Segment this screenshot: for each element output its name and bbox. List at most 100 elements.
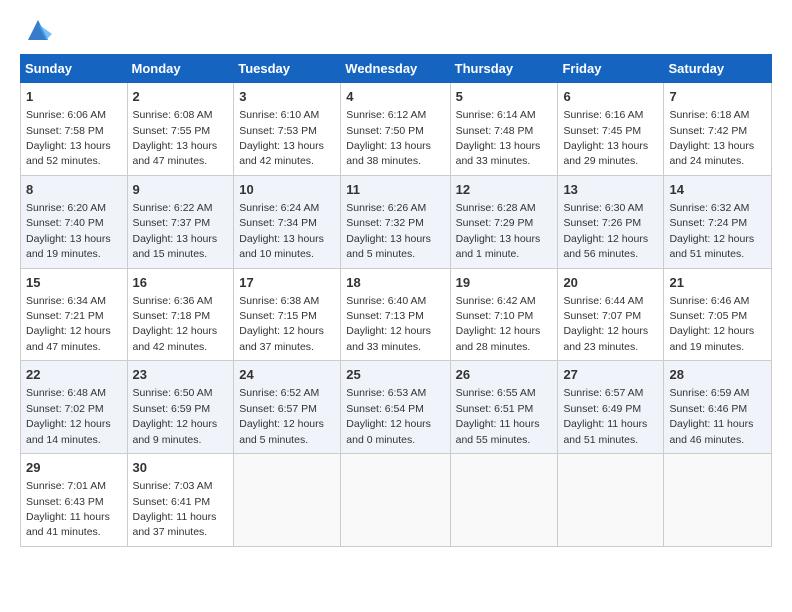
day-info: Sunrise: 6:48 AMSunset: 7:02 PMDaylight:…	[26, 387, 111, 445]
calendar-cell: 26 Sunrise: 6:55 AMSunset: 6:51 PMDayligh…	[450, 361, 558, 454]
day-number: 29	[26, 459, 122, 477]
day-number: 17	[239, 274, 335, 292]
calendar-cell: 8 Sunrise: 6:20 AMSunset: 7:40 PMDaylight…	[21, 175, 128, 268]
calendar-cell: 30 Sunrise: 7:03 AMSunset: 6:41 PMDayligh…	[127, 454, 234, 547]
weekday-header-row: SundayMondayTuesdayWednesdayThursdayFrid…	[21, 55, 772, 83]
day-info: Sunrise: 6:42 AMSunset: 7:10 PMDaylight:…	[456, 295, 541, 353]
day-number: 21	[669, 274, 766, 292]
day-number: 22	[26, 366, 122, 384]
day-info: Sunrise: 6:14 AMSunset: 7:48 PMDaylight:…	[456, 109, 541, 167]
calendar-cell: 5 Sunrise: 6:14 AMSunset: 7:48 PMDaylight…	[450, 83, 558, 176]
calendar-cell: 11 Sunrise: 6:26 AMSunset: 7:32 PMDayligh…	[341, 175, 450, 268]
logo-icon	[24, 16, 52, 44]
calendar-cell: 28 Sunrise: 6:59 AMSunset: 6:46 PMDayligh…	[664, 361, 772, 454]
calendar-cell: 2 Sunrise: 6:08 AMSunset: 7:55 PMDaylight…	[127, 83, 234, 176]
header	[20, 16, 772, 44]
day-number: 20	[563, 274, 658, 292]
weekday-header-thursday: Thursday	[450, 55, 558, 83]
day-info: Sunrise: 7:01 AMSunset: 6:43 PMDaylight:…	[26, 480, 110, 538]
page: SundayMondayTuesdayWednesdayThursdayFrid…	[0, 0, 792, 563]
logo	[20, 16, 52, 44]
calendar-cell: 12 Sunrise: 6:28 AMSunset: 7:29 PMDayligh…	[450, 175, 558, 268]
day-number: 23	[133, 366, 229, 384]
calendar-cell: 3Sunrise: 6:10 AMSunset: 7:53 PMDaylight…	[234, 83, 341, 176]
calendar-cell: 15 Sunrise: 6:34 AMSunset: 7:21 PMDayligh…	[21, 268, 128, 361]
calendar-week-row: 8 Sunrise: 6:20 AMSunset: 7:40 PMDaylight…	[21, 175, 772, 268]
calendar-cell: 14Sunrise: 6:32 AMSunset: 7:24 PMDayligh…	[664, 175, 772, 268]
day-info: Sunrise: 6:46 AMSunset: 7:05 PMDaylight:…	[669, 295, 754, 353]
calendar-cell: 19Sunrise: 6:42 AMSunset: 7:10 PMDayligh…	[450, 268, 558, 361]
calendar-cell	[341, 454, 450, 547]
day-number: 7	[669, 88, 766, 106]
day-info: Sunrise: 6:40 AMSunset: 7:13 PMDaylight:…	[346, 295, 431, 353]
weekday-header-monday: Monday	[127, 55, 234, 83]
calendar-cell	[558, 454, 664, 547]
calendar-cell: 22 Sunrise: 6:48 AMSunset: 7:02 PMDayligh…	[21, 361, 128, 454]
calendar-cell	[664, 454, 772, 547]
day-number: 26	[456, 366, 553, 384]
day-info: Sunrise: 6:12 AMSunset: 7:50 PMDaylight:…	[346, 109, 431, 167]
day-info: Sunrise: 6:08 AMSunset: 7:55 PMDaylight:…	[133, 109, 218, 167]
calendar-cell: 25 Sunrise: 6:53 AMSunset: 6:54 PMDayligh…	[341, 361, 450, 454]
day-info: Sunrise: 6:26 AMSunset: 7:32 PMDaylight:…	[346, 202, 431, 260]
calendar-cell: 10Sunrise: 6:24 AMSunset: 7:34 PMDayligh…	[234, 175, 341, 268]
calendar-cell: 20 Sunrise: 6:44 AMSunset: 7:07 PMDayligh…	[558, 268, 664, 361]
day-info: Sunrise: 6:22 AMSunset: 7:37 PMDaylight:…	[133, 202, 218, 260]
day-info: Sunrise: 6:28 AMSunset: 7:29 PMDaylight:…	[456, 202, 541, 260]
day-info: Sunrise: 6:53 AMSunset: 6:54 PMDaylight:…	[346, 387, 431, 445]
calendar-week-row: 22 Sunrise: 6:48 AMSunset: 7:02 PMDayligh…	[21, 361, 772, 454]
weekday-header-saturday: Saturday	[664, 55, 772, 83]
weekday-header-wednesday: Wednesday	[341, 55, 450, 83]
day-info: Sunrise: 6:36 AMSunset: 7:18 PMDaylight:…	[133, 295, 218, 353]
weekday-header-friday: Friday	[558, 55, 664, 83]
day-info: Sunrise: 6:30 AMSunset: 7:26 PMDaylight:…	[563, 202, 648, 260]
calendar-cell	[450, 454, 558, 547]
day-info: Sunrise: 6:59 AMSunset: 6:46 PMDaylight:…	[669, 387, 753, 445]
day-number: 10	[239, 181, 335, 199]
day-number: 5	[456, 88, 553, 106]
calendar-cell: 24 Sunrise: 6:52 AMSunset: 6:57 PMDayligh…	[234, 361, 341, 454]
day-number: 28	[669, 366, 766, 384]
calendar-cell: 23 Sunrise: 6:50 AMSunset: 6:59 PMDayligh…	[127, 361, 234, 454]
day-info: Sunrise: 6:20 AMSunset: 7:40 PMDaylight:…	[26, 202, 111, 260]
day-info: Sunrise: 6:55 AMSunset: 6:51 PMDaylight:…	[456, 387, 540, 445]
weekday-header-sunday: Sunday	[21, 55, 128, 83]
day-number: 30	[133, 459, 229, 477]
calendar-week-row: 15 Sunrise: 6:34 AMSunset: 7:21 PMDayligh…	[21, 268, 772, 361]
day-info: Sunrise: 6:18 AMSunset: 7:42 PMDaylight:…	[669, 109, 754, 167]
calendar-week-row: 29 Sunrise: 7:01 AMSunset: 6:43 PMDayligh…	[21, 454, 772, 547]
calendar-cell: 18Sunrise: 6:40 AMSunset: 7:13 PMDayligh…	[341, 268, 450, 361]
day-info: Sunrise: 6:52 AMSunset: 6:57 PMDaylight:…	[239, 387, 324, 445]
day-number: 25	[346, 366, 444, 384]
day-number: 2	[133, 88, 229, 106]
calendar-cell: 29 Sunrise: 7:01 AMSunset: 6:43 PMDayligh…	[21, 454, 128, 547]
calendar-cell: 16 Sunrise: 6:36 AMSunset: 7:18 PMDayligh…	[127, 268, 234, 361]
calendar-cell: 17 Sunrise: 6:38 AMSunset: 7:15 PMDayligh…	[234, 268, 341, 361]
calendar-cell	[234, 454, 341, 547]
day-info: Sunrise: 6:44 AMSunset: 7:07 PMDaylight:…	[563, 295, 648, 353]
calendar-cell: 13 Sunrise: 6:30 AMSunset: 7:26 PMDayligh…	[558, 175, 664, 268]
calendar-cell: 9 Sunrise: 6:22 AMSunset: 7:37 PMDaylight…	[127, 175, 234, 268]
day-info: Sunrise: 6:50 AMSunset: 6:59 PMDaylight:…	[133, 387, 218, 445]
day-number: 12	[456, 181, 553, 199]
day-info: Sunrise: 6:38 AMSunset: 7:15 PMDaylight:…	[239, 295, 324, 353]
day-info: Sunrise: 6:34 AMSunset: 7:21 PMDaylight:…	[26, 295, 111, 353]
weekday-header-tuesday: Tuesday	[234, 55, 341, 83]
day-number: 16	[133, 274, 229, 292]
day-number: 15	[26, 274, 122, 292]
day-number: 11	[346, 181, 444, 199]
day-number: 14	[669, 181, 766, 199]
day-number: 1	[26, 88, 122, 106]
day-info: Sunrise: 6:06 AMSunset: 7:58 PMDaylight:…	[26, 109, 111, 167]
day-number: 8	[26, 181, 122, 199]
calendar-table: SundayMondayTuesdayWednesdayThursdayFrid…	[20, 54, 772, 547]
day-number: 13	[563, 181, 658, 199]
day-info: Sunrise: 6:10 AMSunset: 7:53 PMDaylight:…	[239, 109, 324, 167]
calendar-cell: 4Sunrise: 6:12 AMSunset: 7:50 PMDaylight…	[341, 83, 450, 176]
day-number: 27	[563, 366, 658, 384]
day-info: Sunrise: 7:03 AMSunset: 6:41 PMDaylight:…	[133, 480, 217, 538]
day-number: 6	[563, 88, 658, 106]
day-info: Sunrise: 6:57 AMSunset: 6:49 PMDaylight:…	[563, 387, 647, 445]
day-number: 9	[133, 181, 229, 199]
day-number: 24	[239, 366, 335, 384]
